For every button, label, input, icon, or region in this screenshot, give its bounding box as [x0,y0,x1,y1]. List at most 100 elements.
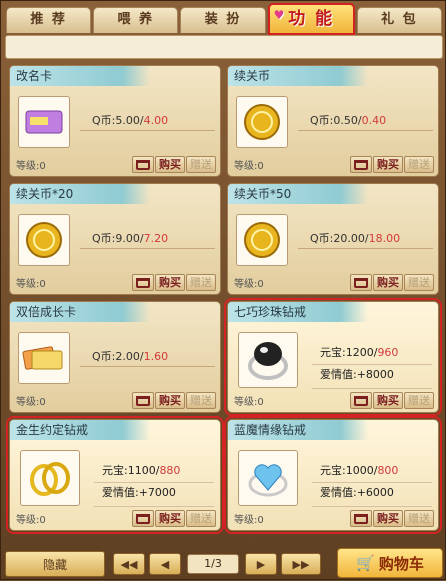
item-card: 续关币*50 Q币:20.00/18.00 等级:0 购买 赠送 [227,183,439,295]
item-level: 等级:0 [234,515,264,526]
divider [94,506,214,507]
sale-price: 4.00 [143,114,169,127]
item-name: 双倍成长卡 [10,302,150,322]
right-arrow-icon: ▶ [256,557,266,571]
yuanbao-price: 元宝:1000/800 [320,464,399,477]
heart-icon: ♥ [273,8,287,22]
first-page-button[interactable]: ◀◀ [113,553,145,575]
item-thumb[interactable] [18,332,70,384]
hide-button[interactable]: 隐藏 [5,551,105,577]
item-thumb[interactable] [236,214,288,266]
add-to-cart-button[interactable] [350,392,372,409]
featured-item-card: 七巧珍珠钻戒 元宝:1200/960 爱情值:+8000 等级:0 购买 赠送 [224,298,442,416]
item-card: 续关币 Q币:0.50/0.40 等级:0 购买 赠送 [227,65,439,177]
add-to-cart-button[interactable] [132,274,154,291]
cart-icon [354,277,368,288]
item-price: Q币:0.50/0.40 [310,114,387,127]
gift-button[interactable]: 赠送 [404,392,434,409]
item-price: Q币:20.00/18.00 [310,232,401,245]
buy-button[interactable]: 购买 [373,156,403,173]
last-page-button[interactable]: ▶▶ [281,553,321,575]
gift-button[interactable]: 赠送 [404,156,434,173]
divider [312,506,432,507]
buy-button[interactable]: 购买 [155,510,185,527]
divider [80,248,215,249]
blue-heart-ring-icon [248,464,288,497]
buy-button[interactable]: 购买 [373,274,403,291]
item-name: 金生约定钻戒 [10,420,150,440]
add-to-cart-button[interactable] [350,274,372,291]
item-price: Q币:2.00/1.60 [92,350,169,363]
item-name: 续关币*50 [228,184,368,204]
page-indicator: 1/3 [187,554,239,574]
item-level: 等级:0 [234,161,264,172]
tab-function-label: 功 能 [288,9,335,29]
item-thumb[interactable] [18,96,70,148]
item-card: 双倍成长卡 Q币:2.00/1.60 等级:0 购买 赠送 [9,301,221,413]
add-to-cart-button[interactable] [350,156,372,173]
item-grid: 改名卡 Q币:5.00/4.00 等级:0 购买 赠送 续关币 Q币:0.50/… [6,65,442,534]
buy-button[interactable]: 购买 [155,392,185,409]
item-thumb[interactable] [238,450,298,506]
item-name: 七巧珍珠钻戒 [228,302,368,322]
item-thumb[interactable] [18,214,70,266]
item-thumb[interactable] [20,450,80,506]
gift-button[interactable]: 赠送 [404,274,434,291]
featured-item-card: 蓝魔情缘钻戒 元宝:1000/800 爱情值:+6000 等级:0 购买 赠送 [224,416,442,534]
divider [312,388,432,389]
sale-price: 1.60 [143,350,169,363]
add-to-cart-button[interactable] [132,156,154,173]
add-to-cart-button[interactable] [132,392,154,409]
item-thumb[interactable] [238,332,298,388]
divider [80,130,215,131]
next-page-button[interactable]: ▶ [245,553,277,575]
item-name: 蓝魔情缘钻戒 [228,420,368,440]
tab-feed[interactable]: 喂 养 [93,7,179,33]
buy-button[interactable]: 购买 [155,274,185,291]
tab-recommend[interactable]: 推 荐 [6,7,92,33]
yuanbao-price: 元宝:1200/960 [320,346,399,359]
gift-button[interactable]: 赠送 [186,274,216,291]
gold-ring-icon [30,462,70,496]
gift-button[interactable]: 赠送 [186,510,216,527]
item-level: 等级:0 [16,515,46,526]
item-card: 续关币*20 Q币:9.00/7.20 等级:0 购买 赠送 [9,183,221,295]
gift-button[interactable]: 赠送 [186,156,216,173]
cart-icon [136,395,150,406]
shopping-cart-button[interactable]: 🛒 购物车 [337,548,443,578]
featured-item-card: 金生约定钻戒 元宝:1100/880 爱情值:+7000 等级:0 购买 赠送 [6,416,224,534]
add-to-cart-button[interactable] [350,510,372,527]
info-bar [5,35,443,59]
tab-function[interactable]: ♥ 功 能 [267,3,355,35]
growth-card-icon [22,346,63,370]
sale-price: 18.00 [368,232,401,245]
shopping-cart-icon: 🛒 [356,554,375,572]
item-level: 等级:0 [16,161,46,172]
item-thumb[interactable] [236,96,288,148]
shop-panel: { "tabs": [ {"label": "推 荐"}, {"label": … [0,0,446,580]
item-name: 续关币 [228,66,368,86]
love-value: 爱情值:+6000 [320,486,394,499]
sale-price: 7.20 [143,232,169,245]
pearl-ring-icon [248,342,288,380]
divider [298,130,433,131]
gift-button[interactable]: 赠送 [404,510,434,527]
divider [94,482,214,483]
divider [80,366,215,367]
cart-icon [354,159,368,170]
item-price: Q币:9.00/7.20 [92,232,169,245]
item-name: 改名卡 [10,66,150,86]
tab-gift-pack[interactable]: 礼 包 [356,7,443,33]
coin-icon [244,222,280,258]
buy-button[interactable]: 购买 [373,510,403,527]
cart-icon [354,395,368,406]
double-right-arrow-icon: ▶▶ [292,557,310,571]
buy-button[interactable]: 购买 [373,392,403,409]
add-to-cart-button[interactable] [132,510,154,527]
coin-icon [244,104,280,140]
buy-button[interactable]: 购买 [155,156,185,173]
prev-page-button[interactable]: ◀ [149,553,181,575]
gift-button[interactable]: 赠送 [186,392,216,409]
sale-price: 0.40 [361,114,387,127]
tab-dress[interactable]: 装 扮 [180,7,266,33]
